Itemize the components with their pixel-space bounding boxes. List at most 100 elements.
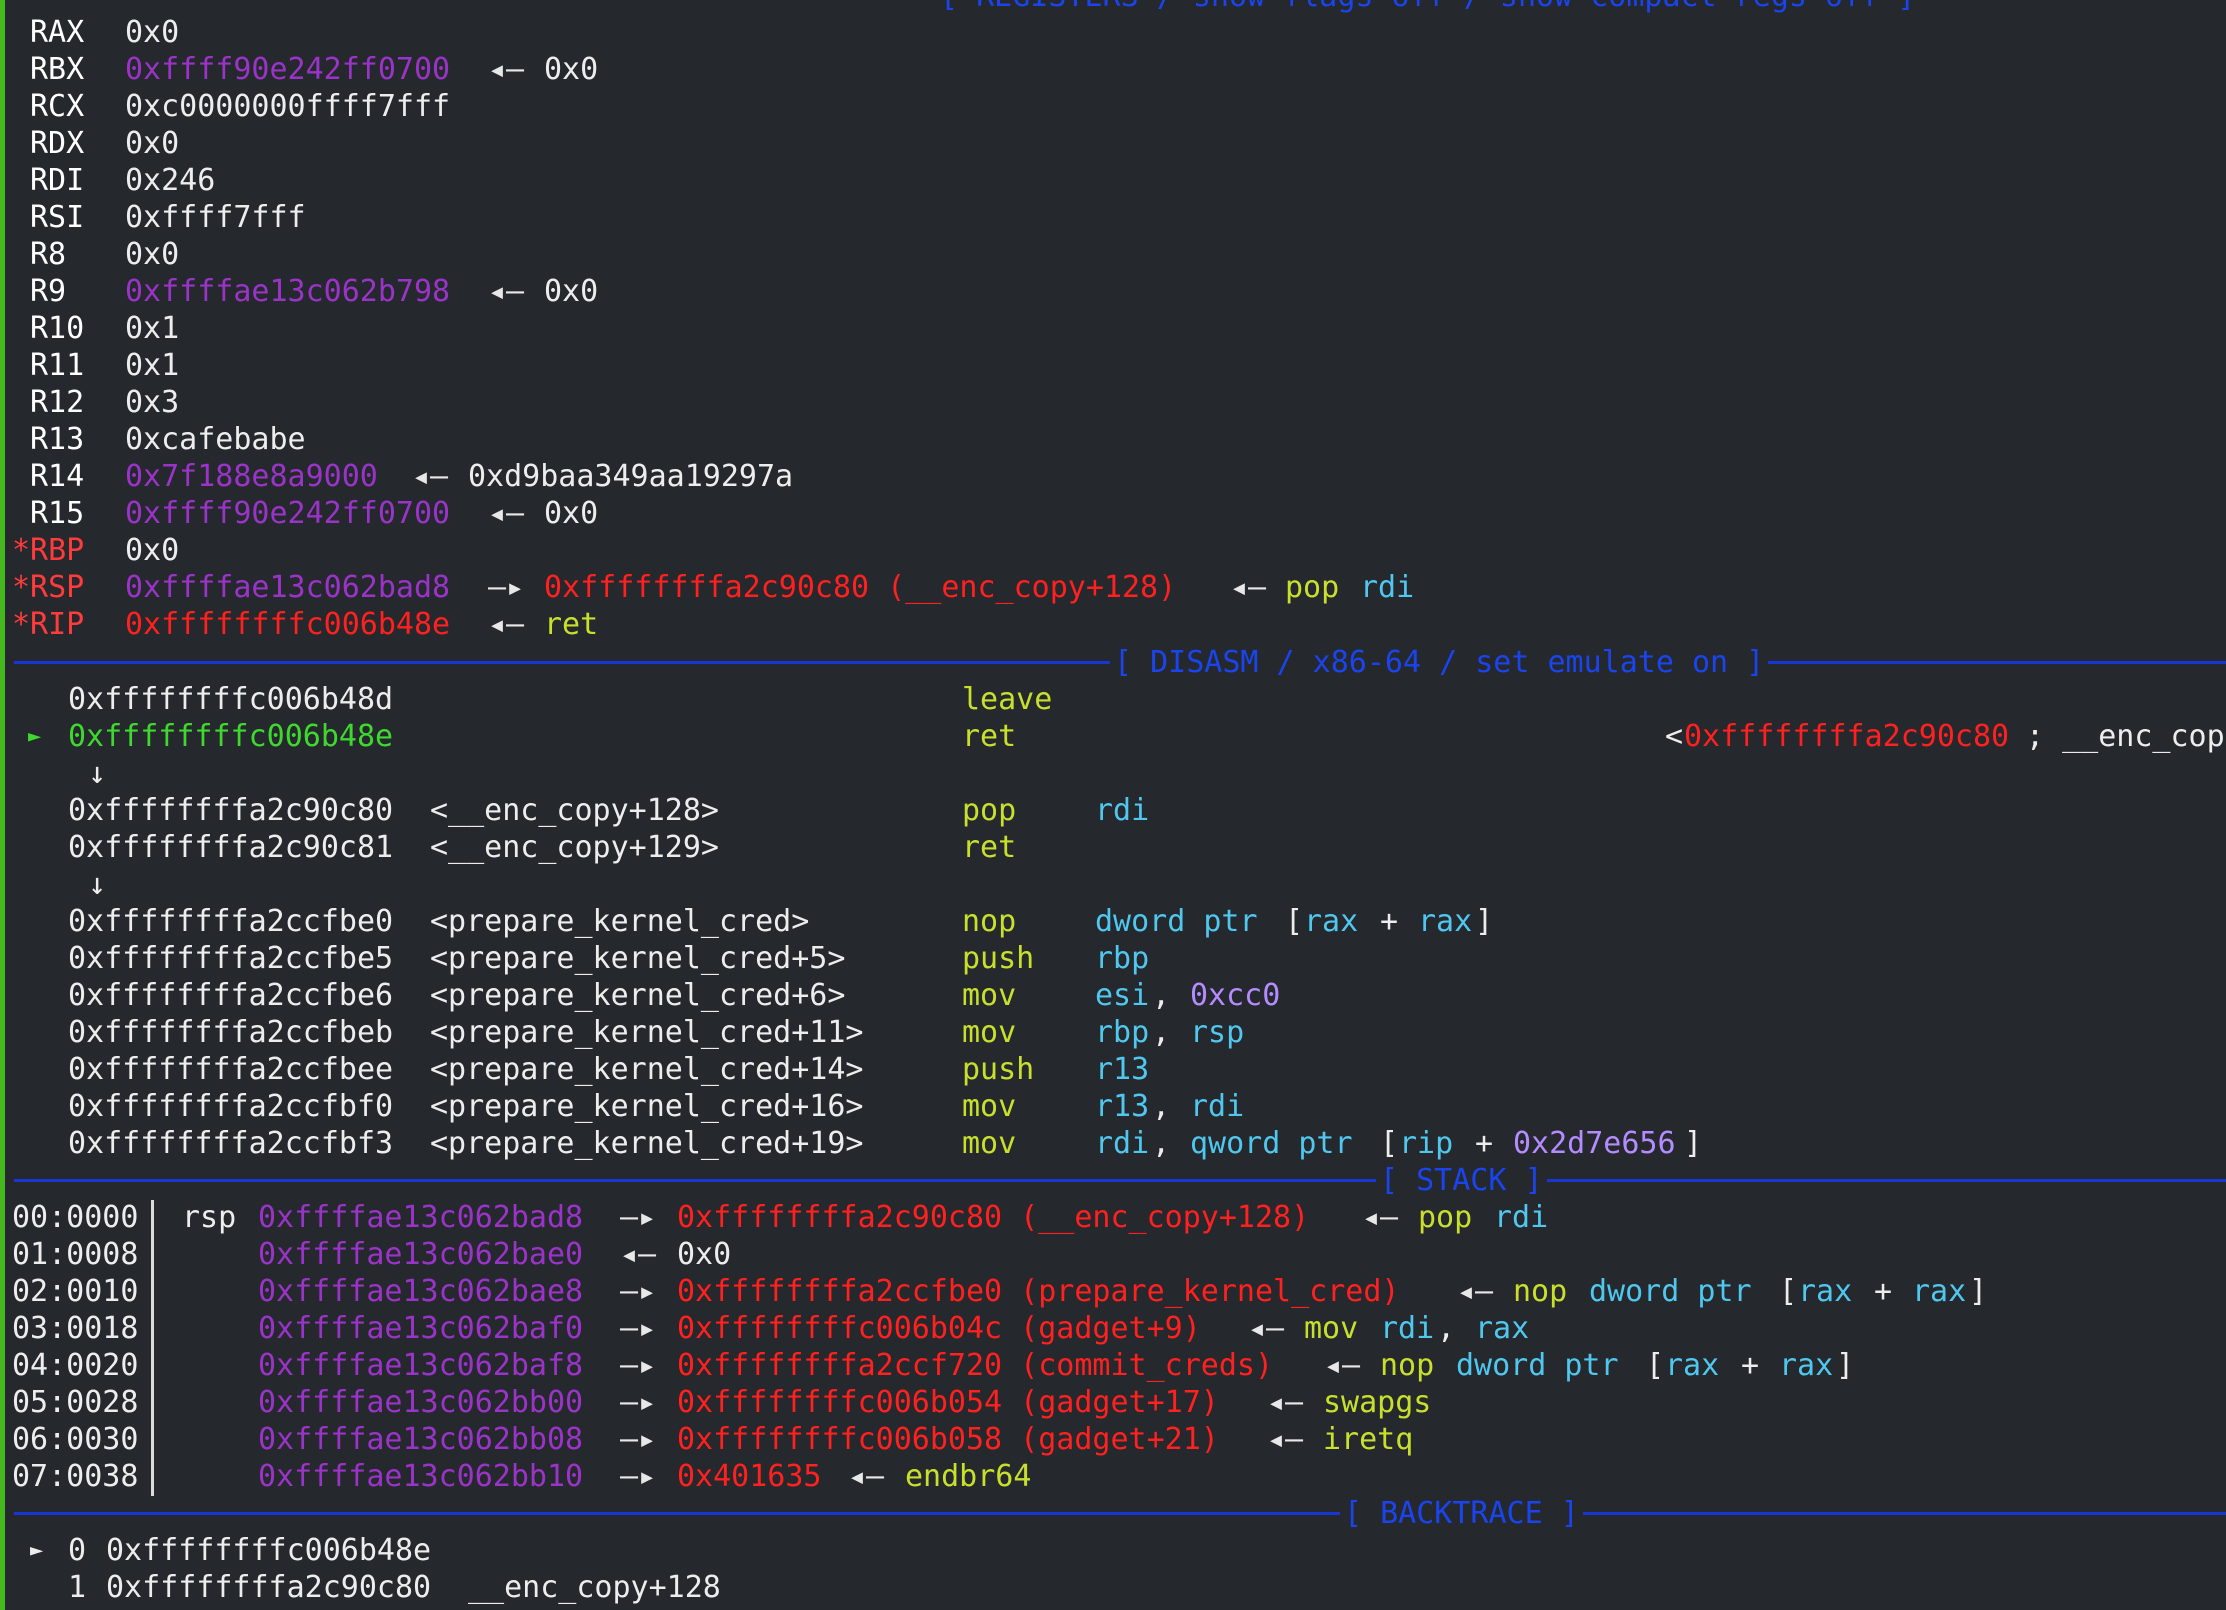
instruction-mnemonic: leave	[962, 682, 1053, 717]
backtrace-frame[interactable]: 1 0xffffffffa2c90c80 __enc_copy+128	[0, 1569, 721, 1606]
deref-target: 0xffffffffa2c90c80 (__enc_copy+128)	[677, 1200, 1310, 1235]
deref-target: 0xffffffffc006b04c (gadget+9)	[677, 1311, 1201, 1346]
register-name: R11	[30, 348, 85, 383]
register-value: 0xffffae13c062b798	[125, 274, 451, 309]
frame-address: 0xffffffffa2c90c80	[106, 1570, 432, 1605]
instruction-operand: ,	[1152, 978, 1171, 1013]
register-value: 0x0	[125, 533, 180, 568]
instruction-operand: +	[1475, 1126, 1494, 1161]
register-row: RCX 0xc0000000ffff7fff	[0, 88, 450, 125]
register-row: R14 0x7f188e8a9000 ◂— 0xd9baa349aa19297a	[0, 458, 793, 495]
deref-arrow: ◂—	[488, 52, 525, 87]
register-row: R9 0xffffae13c062b798 ◂— 0x0	[0, 273, 598, 310]
register-row: R8 0x0	[0, 236, 179, 273]
stack-address: 0xffffae13c062bb08	[258, 1422, 584, 1457]
target-bracket: <	[1665, 719, 1684, 754]
deref-arrow: —▸	[620, 1200, 657, 1235]
instruction-mnemonic: nop	[1380, 1348, 1435, 1383]
register-row: RDX 0x0	[0, 125, 179, 162]
registers-header: [ REGISTERS / show-flags off / show-comp…	[940, 0, 1915, 15]
deref-arrow: ◂—	[488, 496, 525, 531]
disasm-row: 0xffffffffa2ccfbe5 <prepare_kernel_cred+…	[0, 940, 1149, 977]
instruction-address: 0xffffffffa2ccfbf3	[68, 1126, 394, 1161]
deref-arrow: —▸	[620, 1385, 657, 1420]
disasm-row: 0xffffffffa2c90c81 <__enc_copy+129> ret	[0, 829, 1016, 866]
deref-target: 0xd9baa349aa19297a	[468, 459, 794, 494]
deref-arrow: ◂—	[1324, 1348, 1361, 1383]
deref-arrow: —▸	[488, 570, 525, 605]
stack-address: 0xffffae13c062baf8	[258, 1348, 584, 1383]
instruction-operand: +	[1741, 1348, 1760, 1383]
backtrace-frame[interactable]: ► 0 0xffffffffc006b48e	[0, 1532, 431, 1569]
register-row: R10 0x1	[0, 310, 179, 347]
instruction-mnemonic: mov	[962, 1089, 1017, 1124]
deref-target: 0xffffffffc006b054 (gadget+17)	[677, 1385, 1219, 1420]
flow-arrow: ↓	[0, 755, 108, 792]
instruction-mnemonic: pop	[1285, 570, 1340, 605]
register-name: R8	[30, 237, 67, 272]
instruction-operand: dword ptr	[1095, 904, 1258, 939]
register-row: *RBP 0x0	[0, 532, 179, 569]
deref-arrow: ◂—	[848, 1459, 885, 1494]
register-value: 0x1	[125, 311, 180, 346]
frame-number: 1	[68, 1570, 87, 1605]
stack-offset: 02:0010	[12, 1274, 139, 1309]
instruction-immediate: 0xcc0	[1190, 978, 1281, 1013]
disasm-row: 0xffffffffa2ccfbf0 <prepare_kernel_cred+…	[0, 1088, 1244, 1125]
instruction-operand: qword ptr	[1190, 1126, 1353, 1161]
instruction-mnemonic: mov	[962, 978, 1017, 1013]
deref-arrow: ◂—	[1248, 1311, 1285, 1346]
stack-register-label: rsp	[182, 1200, 237, 1235]
stack-address: 0xffffae13c062bad8	[258, 1200, 584, 1235]
stack-address: 0xffffae13c062baf0	[258, 1311, 584, 1346]
frame-address: 0xffffffffc006b48e	[106, 1533, 432, 1568]
instruction-operand: ]	[1684, 1126, 1703, 1161]
instruction-operand: rax	[1475, 1311, 1530, 1346]
instruction-address: 0xffffffffa2c90c81	[68, 830, 394, 865]
stack-address: 0xffffae13c062bae8	[258, 1274, 584, 1309]
register-value: 0xc0000000ffff7fff	[125, 89, 451, 124]
instruction-mnemonic: mov	[962, 1126, 1017, 1161]
deref-arrow: ◂—	[1230, 570, 1267, 605]
deref-arrow: —▸	[620, 1422, 657, 1457]
instruction-operand: ,	[1437, 1311, 1456, 1346]
register-row: *RIP 0xffffffffc006b48e ◂— ret	[0, 606, 598, 643]
instruction-operand: rip	[1399, 1126, 1454, 1161]
register-name: R12	[30, 385, 85, 420]
backtrace-separator	[14, 1512, 2226, 1515]
register-name: R15	[30, 496, 85, 531]
instruction-operand: rax	[1665, 1348, 1720, 1383]
jump-target-address: 0xffffffffa2c90c80	[1684, 719, 2010, 754]
deref-target: 0x0	[544, 496, 599, 531]
deref-arrow: ◂—	[1362, 1200, 1399, 1235]
instruction-mnemonic: mov	[1304, 1311, 1359, 1346]
register-name: RDX	[30, 126, 85, 161]
instruction-operand: rax	[1798, 1274, 1853, 1309]
instruction-address: 0xffffffffc006b48e	[68, 719, 394, 754]
instruction-address: 0xffffffffa2c90c80	[68, 793, 394, 828]
instruction-mnemonic: ret	[962, 719, 1017, 754]
instruction-operand: r13	[1095, 1052, 1150, 1087]
disasm-row: 0xffffffffa2ccfbeb <prepare_kernel_cred+…	[0, 1014, 1244, 1051]
down-arrow-icon: ↓	[88, 867, 107, 902]
instruction-operand: rbp	[1095, 1015, 1150, 1050]
instruction-mnemonic: pop	[962, 793, 1017, 828]
instruction-operand: [	[1646, 1348, 1665, 1383]
instruction-address: 0xffffffffa2ccfbeb	[68, 1015, 394, 1050]
instruction-operand: rax	[1418, 904, 1473, 939]
disasm-row: 0xffffffffa2ccfbe6 <prepare_kernel_cred+…	[0, 977, 1280, 1014]
stack-row: 06:0030 0xffffae13c062bb08 —▸ 0xffffffff…	[0, 1421, 1413, 1458]
instruction-operand: rdi	[1095, 793, 1150, 828]
register-name: *RSP	[12, 570, 85, 605]
instruction-operand: ]	[1969, 1274, 1988, 1309]
deref-target: 0xffffffffc006b058 (gadget+21)	[677, 1422, 1219, 1457]
deref-arrow: ◂—	[488, 607, 525, 642]
instruction-mnemonic: ret	[544, 607, 599, 642]
instruction-operand: esi	[1095, 978, 1150, 1013]
register-value: 0x0	[125, 126, 180, 161]
instruction-symbol: <prepare_kernel_cred+16>	[430, 1089, 864, 1124]
instruction-operand: r13	[1095, 1089, 1150, 1124]
instruction-immediate: 0x2d7e656	[1513, 1126, 1676, 1161]
instruction-operand: ,	[1152, 1126, 1171, 1161]
instruction-operand: +	[1874, 1274, 1893, 1309]
